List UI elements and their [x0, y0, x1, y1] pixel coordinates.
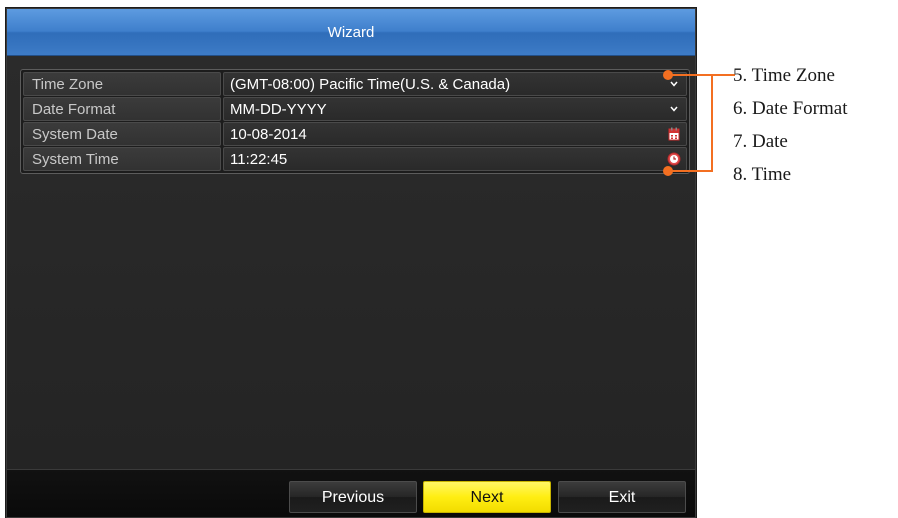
- annotation-date-format: 6. Date Format: [733, 98, 848, 119]
- annotation-time: 8. Time: [733, 164, 792, 185]
- annotation-date: 7. Date: [733, 131, 788, 152]
- callout-bracket: [668, 74, 713, 172]
- annotation-time-zone: 5. Time Zone: [733, 65, 835, 86]
- page: Wizard Time Zone (GMT-08:00) Pacific Tim…: [0, 0, 898, 518]
